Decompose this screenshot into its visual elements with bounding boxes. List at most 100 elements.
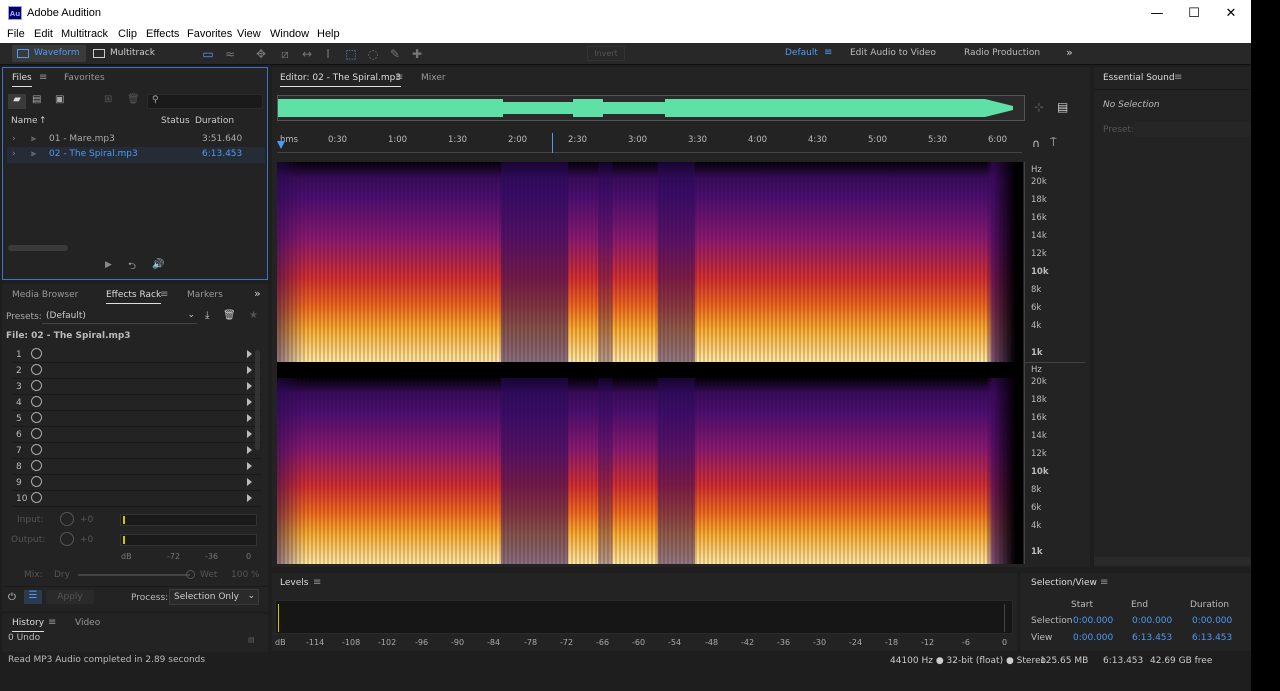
effect-slot[interactable]: 5	[12, 412, 262, 427]
view-duration[interactable]: 6:13.453	[1192, 633, 1232, 643]
loop-icon[interactable]: ⮌	[128, 259, 136, 276]
rack-list-icon[interactable]: ☰	[24, 590, 42, 604]
col-duration[interactable]: Duration	[195, 116, 234, 126]
pin-icon[interactable]: ⍑	[1050, 136, 1057, 150]
slot-arrow-icon[interactable]	[247, 478, 252, 486]
effect-slot[interactable]: 1	[12, 348, 262, 363]
maximize-button[interactable]: ☐	[1175, 0, 1213, 27]
tab-video[interactable]: Video	[75, 618, 100, 628]
slot-arrow-icon[interactable]	[247, 462, 252, 470]
slot-arrow-icon[interactable]	[247, 430, 252, 438]
col-name[interactable]: Name	[11, 116, 38, 126]
power-icon[interactable]	[31, 428, 42, 439]
menu-window[interactable]: Window	[270, 28, 309, 40]
power-icon[interactable]	[31, 492, 42, 503]
menu-edit[interactable]: Edit	[34, 28, 53, 40]
spot-healing-tool-icon[interactable]: ✚	[410, 47, 424, 61]
input-knob[interactable]	[60, 512, 74, 526]
presets-dropdown[interactable]: (Default) ⌄	[42, 309, 197, 324]
mix-slider-handle[interactable]	[186, 570, 195, 579]
history-panel-menu-icon[interactable]: ≡	[48, 617, 56, 628]
power-icon[interactable]	[31, 460, 42, 471]
history-resize-icon[interactable]: ▤	[248, 636, 255, 644]
autoplay-icon[interactable]: 🔊	[152, 259, 164, 270]
snap-icon[interactable]: ∩	[1032, 137, 1040, 150]
files-panel-menu-icon[interactable]: ≡	[39, 72, 47, 83]
tab-markers[interactable]: Markers	[187, 290, 223, 300]
workspace-edit-audio-to-video[interactable]: Edit Audio to Video	[850, 48, 936, 58]
files-search-input[interactable]: ⚲	[147, 94, 263, 109]
import-file-icon[interactable]: ▤	[32, 94, 41, 105]
selection-duration[interactable]: 0:00.000	[1192, 616, 1232, 626]
output-knob[interactable]	[60, 532, 74, 546]
tab-effects-rack[interactable]: Effects Rack	[106, 290, 162, 304]
tab-favorites[interactable]: Favorites	[64, 73, 105, 83]
effect-slot[interactable]: 8	[12, 460, 262, 475]
invert-button[interactable]: Invert	[587, 46, 625, 61]
effect-slot[interactable]: 10	[12, 492, 262, 507]
more-panels-icon[interactable]: »	[254, 287, 261, 300]
essential-sound-title[interactable]: Essential Sound	[1103, 73, 1175, 83]
playhead-marker[interactable]	[277, 141, 285, 149]
selection-view-menu-icon[interactable]: ≡	[1100, 577, 1108, 588]
mix-slider[interactable]	[78, 574, 190, 576]
menu-effects[interactable]: Effects	[146, 28, 179, 40]
slot-arrow-icon[interactable]	[247, 446, 252, 454]
menu-clip[interactable]: Clip	[118, 28, 137, 40]
expand-chevron-icon[interactable]: ›	[12, 149, 16, 159]
file-row[interactable]: › ⫸ 01 - Mare.mp3 3:51.640	[7, 132, 265, 148]
power-icon[interactable]	[31, 412, 42, 423]
spectral-display[interactable]	[277, 162, 1023, 564]
delete-preset-icon[interactable]: 🗑	[223, 310, 236, 321]
minimize-button[interactable]: —	[1138, 0, 1176, 27]
effect-slot[interactable]: 4	[12, 396, 262, 411]
razor-tool-icon[interactable]: ⧄	[278, 47, 292, 61]
slot-arrow-icon[interactable]	[247, 382, 252, 390]
effect-slot[interactable]: 9	[12, 476, 262, 491]
power-icon[interactable]	[31, 364, 42, 375]
view-start[interactable]: 0:00.000	[1073, 633, 1113, 643]
workspace-radio-production[interactable]: Radio Production	[964, 48, 1040, 58]
time-selection-tool-icon[interactable]: I	[321, 47, 335, 61]
workspace-menu-icon[interactable]: ≡	[824, 47, 832, 58]
effects-panel-menu-icon[interactable]: ≡	[160, 289, 168, 300]
insert-icon[interactable]: ⊞	[104, 94, 112, 105]
zoom-navigator-icon[interactable]: ▤	[1057, 100, 1068, 114]
multitrack-button[interactable]: Multitrack	[88, 45, 161, 62]
tab-files[interactable]: Files	[12, 73, 32, 87]
editor-panel-menu-icon[interactable]: ≡	[395, 72, 403, 83]
delete-file-icon[interactable]: 🗑	[127, 94, 140, 105]
spectral-display-icon[interactable]: ▭	[201, 47, 215, 61]
preset-dropdown[interactable]	[1134, 122, 1251, 137]
play-icon[interactable]: ▶	[105, 260, 112, 270]
menu-help[interactable]: Help	[317, 28, 340, 40]
save-preset-icon[interactable]: ⤓	[205, 310, 209, 321]
process-dropdown[interactable]: Selection Only ⌄	[169, 589, 259, 605]
brush-tool-icon[interactable]: ✎	[388, 47, 402, 61]
overview-waveform[interactable]	[277, 95, 1025, 121]
rack-power-icon[interactable]: ⏻	[8, 592, 16, 603]
open-file-icon[interactable]: ▰	[8, 94, 26, 109]
close-button[interactable]: ✕	[1212, 0, 1250, 27]
lasso-tool-icon[interactable]: ◌	[366, 47, 380, 61]
power-icon[interactable]	[31, 476, 42, 487]
slot-arrow-icon[interactable]	[247, 398, 252, 406]
effect-slot[interactable]: 6	[12, 428, 262, 443]
slip-tool-icon[interactable]: ↔	[300, 47, 314, 61]
power-icon[interactable]	[31, 396, 42, 407]
tab-editor[interactable]: Editor: 02 - The Spiral.mp3	[280, 73, 402, 87]
effect-slot[interactable]: 2	[12, 364, 262, 379]
waveform-button[interactable]: Waveform	[12, 45, 86, 62]
expand-chevron-icon[interactable]: ›	[12, 134, 16, 144]
tab-history[interactable]: History	[12, 618, 45, 632]
power-icon[interactable]	[31, 380, 42, 391]
menu-view[interactable]: View	[237, 28, 261, 40]
menu-multitrack[interactable]: Multitrack	[61, 28, 108, 40]
effect-slot[interactable]: 7	[12, 444, 262, 459]
marquee-tool-icon[interactable]: ⬚	[344, 47, 358, 61]
menu-file[interactable]: File	[7, 28, 25, 40]
effects-scrollbar[interactable]	[255, 350, 260, 450]
tab-mixer[interactable]: Mixer	[421, 73, 446, 83]
levels-menu-icon[interactable]: ≡	[313, 577, 321, 588]
new-file-icon[interactable]: ▣	[55, 94, 64, 105]
